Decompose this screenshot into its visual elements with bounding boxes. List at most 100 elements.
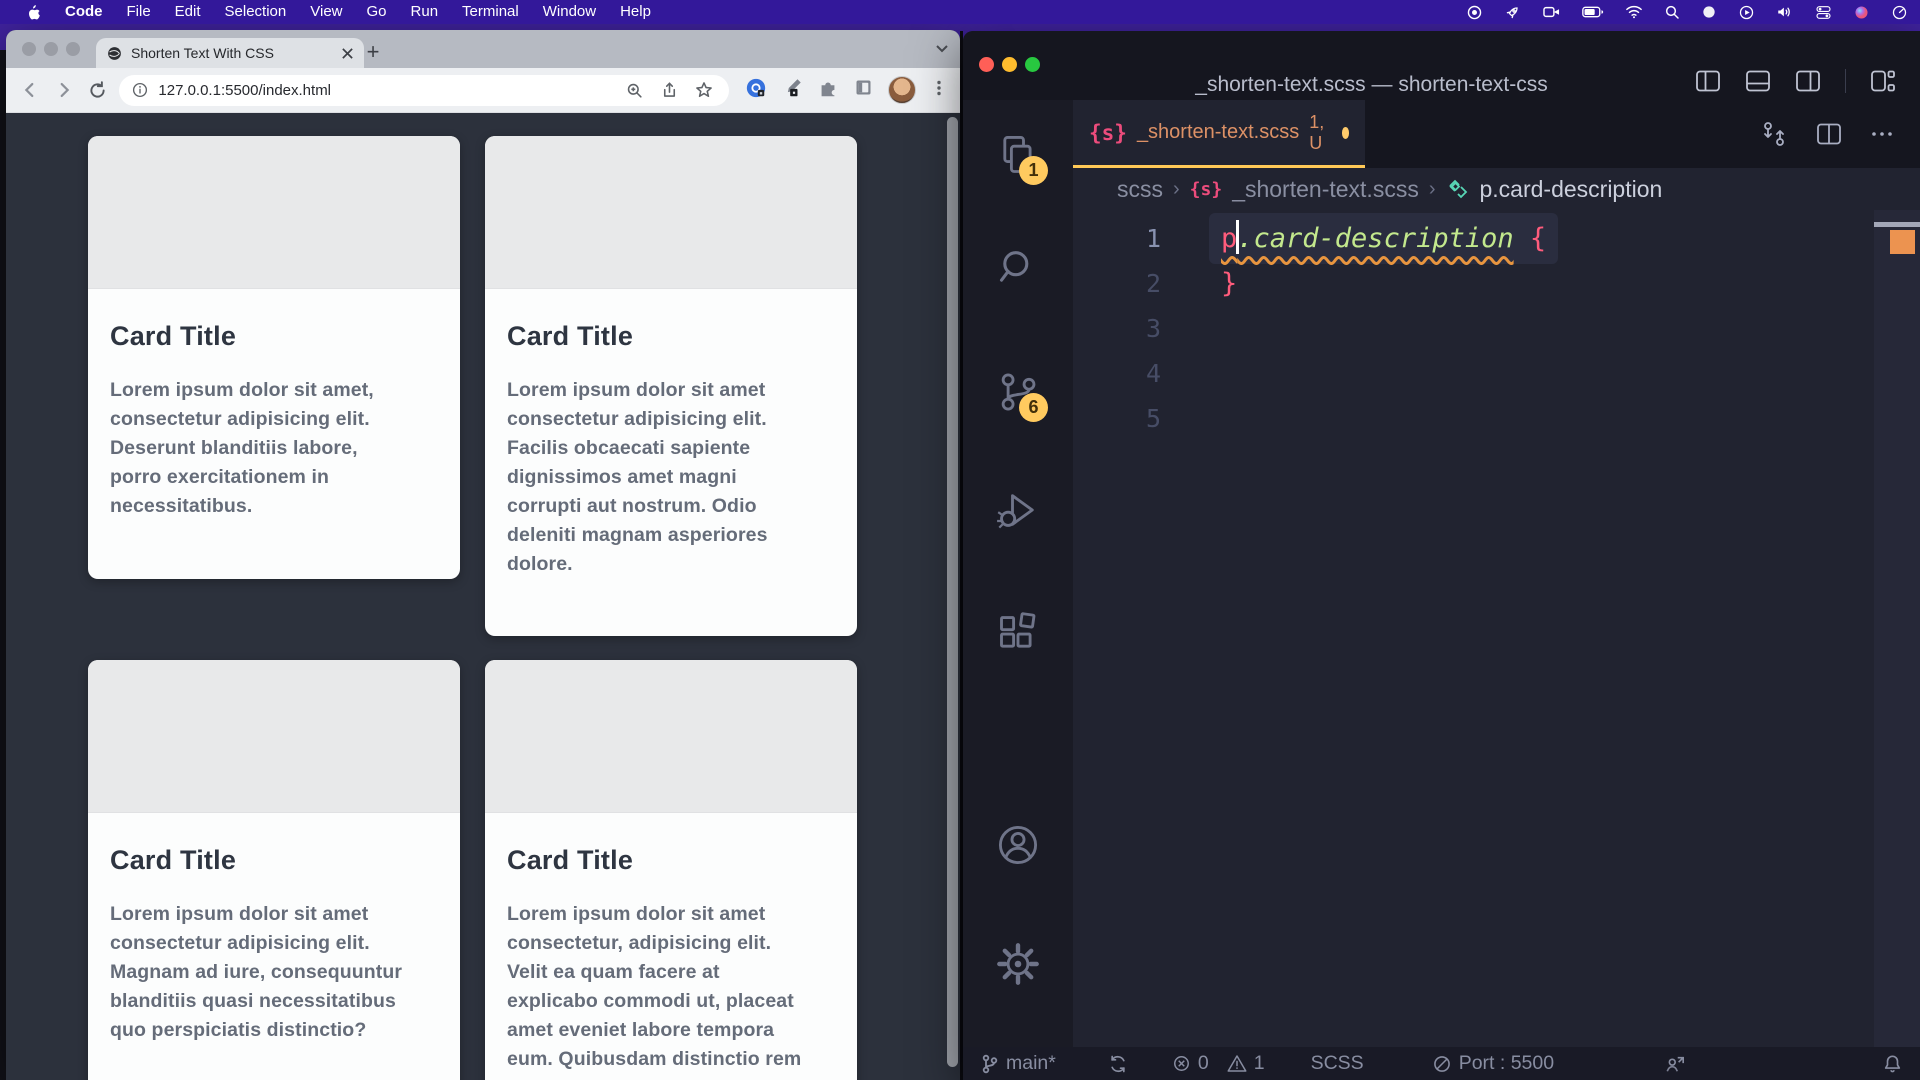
language-mode[interactable]: SCSS [1311,1052,1364,1075]
card-image-placeholder [88,660,460,813]
compare-changes-icon[interactable] [1760,120,1788,148]
minimize-window-button[interactable] [1002,57,1017,72]
sidebar-item-extensions[interactable] [996,611,1040,655]
editor-scrollbar[interactable] [1874,210,1920,1047]
side-panel-extension-icon[interactable] [853,77,874,103]
code-line[interactable]: 4 [1073,351,1920,396]
share-icon[interactable] [656,77,682,103]
close-tab-icon[interactable] [341,47,354,60]
live-share-button[interactable] [1664,1054,1686,1074]
video-camera-icon[interactable] [1542,4,1561,20]
screen-record-icon[interactable] [1466,4,1483,21]
browser-tab-active[interactable]: Shorten Text With CSS [96,38,364,68]
browser-window: Shorten Text With CSS + 127.0.0.1:5500/i… [6,30,960,1080]
code-line[interactable]: 3 [1073,306,1920,351]
menu-help[interactable]: Help [608,0,663,24]
puzzle-extensions-icon[interactable] [817,77,839,104]
split-editor-icon[interactable] [1816,122,1842,146]
url-text[interactable]: 127.0.0.1:5500/index.html [158,82,612,99]
code-line[interactable]: 2 } [1073,261,1920,306]
card-description: Lorem ipsum dolor sit amet consectetur, … [507,900,835,1074]
control-center-icon[interactable] [1815,5,1832,20]
sidebar-item-settings[interactable] [996,942,1040,986]
siri-icon[interactable] [1853,4,1870,21]
apple-menu[interactable] [14,4,53,21]
sidebar-item-search[interactable] [996,245,1040,289]
menu-go[interactable]: Go [355,0,399,24]
site-info-icon[interactable] [131,81,149,99]
tab-overflow-chevron-icon[interactable] [934,40,950,61]
extensions-icon [996,611,1040,655]
breadcrumb-folder[interactable]: scss [1117,176,1163,203]
line-number: 5 [1073,396,1161,441]
menu-edit[interactable]: Edit [163,0,213,24]
activity-bar: 1 6 [963,100,1073,1047]
sidebar-item-run-debug[interactable] [996,488,1040,532]
menu-window[interactable]: Window [531,0,608,24]
password-manager-extension-icon[interactable] [745,77,767,104]
code-editor[interactable]: 1 p.card-description { 2 } 3 4 5 [1073,210,1920,1047]
wifi-icon[interactable] [1625,5,1643,19]
browser-profile-avatar[interactable] [888,76,916,104]
live-server-port[interactable]: Port : 5500 [1432,1052,1554,1075]
sidebar-item-accounts[interactable] [996,823,1040,867]
sidebar-item-explorer[interactable]: 1 [996,133,1040,177]
problems-errors[interactable]: 0 [1172,1052,1209,1075]
code-line[interactable]: 1 p.card-description { [1073,216,1920,261]
spotlight-search-icon[interactable] [1664,4,1680,20]
back-button[interactable] [18,77,42,103]
gear-icon [996,942,1040,986]
menu-view[interactable]: View [298,0,354,24]
scss-error-squiggle: p.card-description [1221,223,1514,254]
clock-icon[interactable] [1891,4,1908,21]
code-line[interactable]: 5 [1073,396,1920,441]
battery-icon[interactable] [1582,5,1604,19]
editor-tab-active[interactable]: {s} _shorten-text.scss 1, U [1073,100,1365,168]
sidebar-item-source-control[interactable]: 6 [996,370,1040,414]
breadcrumb-file[interactable]: _shorten-text.scss [1232,176,1419,203]
rocket-icon[interactable] [1504,4,1521,21]
menu-terminal[interactable]: Terminal [450,0,531,24]
menu-run[interactable]: Run [399,0,451,24]
menu-selection[interactable]: Selection [213,0,299,24]
line-number: 4 [1073,351,1161,396]
close-window-button[interactable] [22,42,36,56]
app-menu-code[interactable]: Code [53,0,115,24]
zoom-page-icon[interactable] [621,77,647,103]
sync-button[interactable] [1108,1054,1128,1074]
branch-indicator[interactable]: main* [981,1052,1056,1075]
volume-icon[interactable] [1776,4,1794,20]
problems-warnings[interactable]: 1 [1227,1052,1265,1075]
customize-layout-icon[interactable] [1870,69,1896,93]
browser-menu-dots-icon[interactable] [930,79,948,102]
bell-icon [1883,1054,1902,1074]
eyedropper-extension-icon[interactable] [781,77,803,104]
browser-scrollbar[interactable] [947,117,958,1067]
menu-file[interactable]: File [115,0,163,24]
zoom-window-button[interactable] [66,42,80,56]
scss-icon: {s} [1089,121,1127,145]
vscode-traffic-lights[interactable] [979,57,1040,72]
breadcrumb-symbol[interactable]: p.card-description [1480,176,1663,203]
close-window-button[interactable] [979,57,994,72]
minimize-window-button[interactable] [44,42,58,56]
unsaved-dot-icon[interactable] [1342,127,1349,139]
app-circle-icon[interactable] [1701,4,1717,20]
new-tab-button[interactable]: + [358,37,388,67]
bookmark-star-icon[interactable] [691,77,717,103]
browser-traffic-lights[interactable] [22,42,80,56]
card-description: Lorem ipsum dolor sit amet, consectetur … [110,376,438,521]
toggle-panel-icon[interactable] [1745,69,1771,93]
toggle-secondary-sidebar-icon[interactable] [1795,69,1821,93]
zoom-window-button[interactable] [1025,57,1040,72]
reload-button[interactable] [86,77,110,103]
address-bar[interactable]: 127.0.0.1:5500/index.html [119,75,729,106]
forward-button[interactable] [52,77,76,103]
card: Card Title Lorem ipsum dolor sit amet, c… [88,136,460,579]
play-circle-icon[interactable] [1738,4,1755,21]
scrollbar-slider[interactable] [1874,222,1920,227]
more-actions-icon[interactable] [1870,122,1894,146]
toggle-sidebar-icon[interactable] [1695,69,1721,93]
card-title: Card Title [507,845,835,876]
notifications-button[interactable] [1883,1054,1902,1074]
